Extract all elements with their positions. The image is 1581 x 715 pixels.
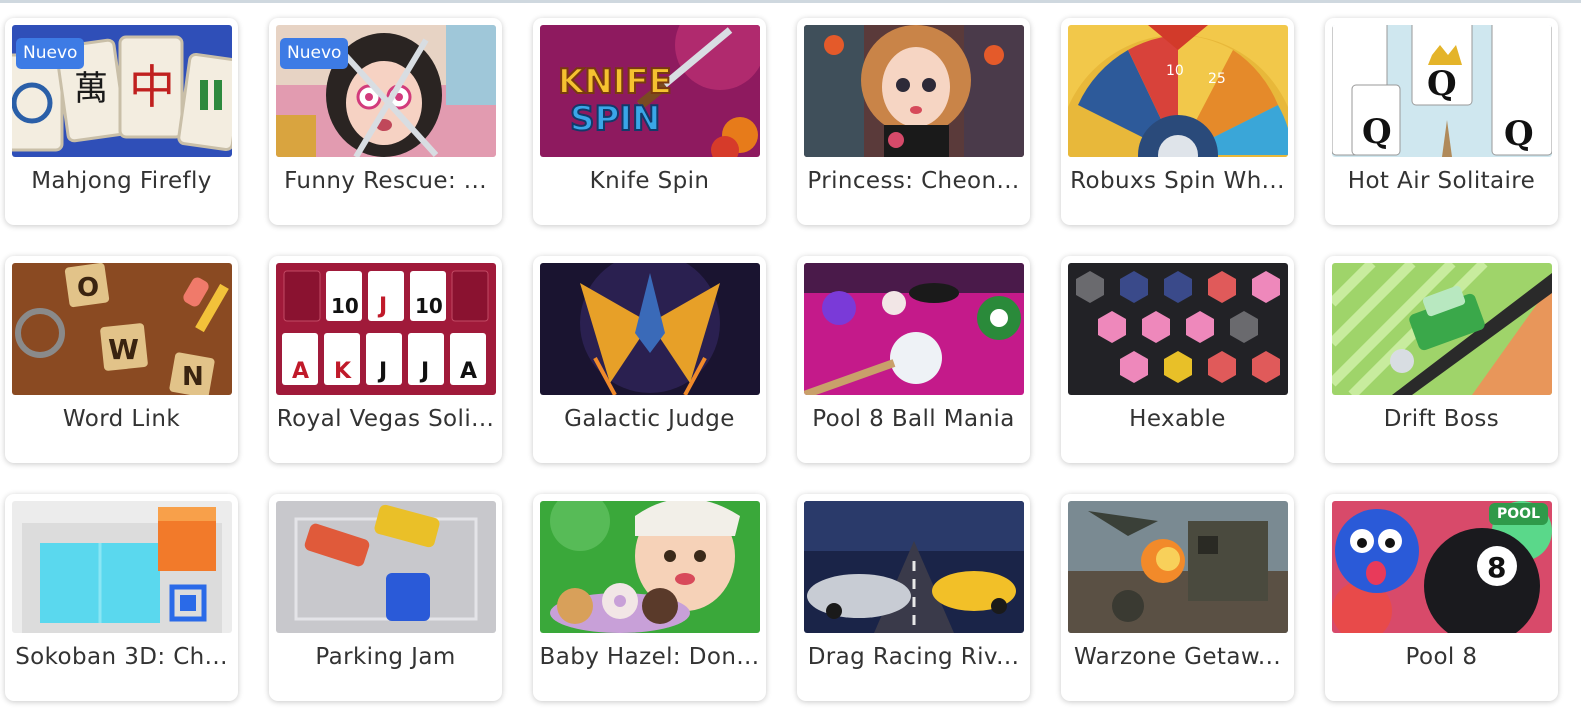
- game-thumbnail[interactable]: [1068, 263, 1288, 395]
- game-title[interactable]: Baby Hazel: Don...: [537, 644, 762, 670]
- game-card-sokoban-3d[interactable]: Sokoban 3D: Ch...: [5, 494, 238, 701]
- game-card-robuxs-spin-wheel[interactable]: 10 25 Robuxs Spin Wh...: [1061, 18, 1294, 225]
- game-card-hot-air-solitaire[interactable]: Q Q Q Hot Air Solitaire: [1325, 18, 1558, 225]
- game-thumbnail[interactable]: Q Q Q: [1332, 25, 1552, 157]
- game-title[interactable]: Word Link: [9, 406, 234, 432]
- game-title[interactable]: Hot Air Solitaire: [1329, 168, 1554, 194]
- game-thumbnail[interactable]: [804, 501, 1024, 633]
- game-title[interactable]: Princess: Cheon...: [801, 168, 1026, 194]
- game-card-galactic-judge[interactable]: Galactic Judge: [533, 256, 766, 463]
- game-card-baby-hazel-donut[interactable]: Baby Hazel: Don...: [533, 494, 766, 701]
- game-thumbnail[interactable]: [276, 501, 496, 633]
- game-thumbnail[interactable]: 8 POOL: [1332, 501, 1552, 633]
- game-thumbnail[interactable]: [804, 25, 1024, 157]
- game-title[interactable]: Mahjong Firefly: [9, 168, 234, 194]
- svg-text:Q: Q: [1504, 114, 1534, 154]
- svg-text:8: 8: [1487, 551, 1506, 584]
- game-thumbnail[interactable]: [12, 501, 232, 633]
- game-title[interactable]: Galactic Judge: [537, 406, 762, 432]
- game-title[interactable]: Sokoban 3D: Ch...: [9, 644, 234, 670]
- svg-text:SPIN: SPIN: [570, 99, 661, 139]
- svg-text:A: A: [292, 359, 309, 384]
- new-badge: Nuevo: [280, 38, 349, 69]
- pool-badge: POOL: [1489, 503, 1548, 525]
- svg-text:K: K: [334, 359, 352, 384]
- game-title[interactable]: Hexable: [1065, 406, 1290, 432]
- svg-text:O: O: [77, 273, 99, 303]
- game-title[interactable]: Pool 8: [1329, 644, 1554, 670]
- game-thumbnail[interactable]: O W N: [12, 263, 232, 395]
- game-card-mahjong-firefly[interactable]: 萬 中 Nuevo Mahjong Firefly: [5, 18, 238, 225]
- game-title[interactable]: Drag Racing Riv...: [801, 644, 1026, 670]
- game-card-funny-rescue[interactable]: Nuevo Funny Rescue: ...: [269, 18, 502, 225]
- knife-spin-logo-text: KNIFE: [558, 62, 672, 102]
- games-grid: 萬 中 Nuevo Mahjong Firefly Nuevo Funny Re…: [5, 18, 1558, 701]
- game-title[interactable]: Knife Spin: [537, 168, 762, 194]
- game-thumbnail[interactable]: 10 25: [1068, 25, 1288, 157]
- svg-text:Q: Q: [1427, 64, 1457, 104]
- game-card-warzone-getaway[interactable]: Warzone Getaw...: [1061, 494, 1294, 701]
- game-title[interactable]: Parking Jam: [273, 644, 498, 670]
- svg-text:J: J: [377, 359, 387, 384]
- game-thumbnail[interactable]: KNIFE SPIN: [540, 25, 760, 157]
- game-card-pool-8[interactable]: 8 POOL Pool 8: [1325, 494, 1558, 701]
- game-title[interactable]: Drift Boss: [1329, 406, 1554, 432]
- svg-text:A: A: [460, 359, 477, 384]
- game-thumbnail[interactable]: 10 J 10 A K J J A: [276, 263, 496, 395]
- svg-text:10: 10: [415, 294, 443, 318]
- game-thumbnail[interactable]: [1068, 501, 1288, 633]
- svg-text:J: J: [419, 359, 429, 384]
- game-title[interactable]: Warzone Getaw...: [1065, 644, 1290, 670]
- game-card-drag-racing-rivals[interactable]: Drag Racing Riv...: [797, 494, 1030, 701]
- svg-text:J: J: [377, 294, 387, 319]
- game-card-royal-vegas-solitaire[interactable]: 10 J 10 A K J J A Royal Vegas Soli...: [269, 256, 502, 463]
- svg-text:Q: Q: [1362, 112, 1392, 152]
- game-thumbnail[interactable]: [1332, 263, 1552, 395]
- svg-text:25: 25: [1208, 71, 1226, 87]
- svg-text:N: N: [182, 362, 204, 392]
- new-badge: Nuevo: [16, 38, 85, 69]
- game-card-pool-8-ball-mania[interactable]: Pool 8 Ball Mania: [797, 256, 1030, 463]
- game-thumbnail[interactable]: [540, 501, 760, 633]
- game-thumbnail[interactable]: [540, 263, 760, 395]
- game-card-parking-jam[interactable]: Parking Jam: [269, 494, 502, 701]
- svg-text:10: 10: [1166, 63, 1184, 79]
- game-card-princess-cheon[interactable]: Princess: Cheon...: [797, 18, 1030, 225]
- top-divider: [0, 0, 1581, 3]
- game-title[interactable]: Royal Vegas Soli...: [273, 406, 498, 432]
- game-thumbnail[interactable]: [804, 263, 1024, 395]
- svg-text:萬: 萬: [74, 69, 108, 109]
- game-thumbnail[interactable]: 萬 中 Nuevo: [12, 25, 232, 157]
- svg-text:10: 10: [331, 294, 359, 318]
- svg-text:W: W: [108, 333, 139, 366]
- game-card-hexable[interactable]: Hexable: [1061, 256, 1294, 463]
- game-title[interactable]: Robuxs Spin Wh...: [1065, 168, 1290, 194]
- game-card-drift-boss[interactable]: Drift Boss: [1325, 256, 1558, 463]
- svg-text:中: 中: [129, 60, 175, 114]
- game-title[interactable]: Funny Rescue: ...: [273, 168, 498, 194]
- game-thumbnail[interactable]: Nuevo: [276, 25, 496, 157]
- game-card-knife-spin[interactable]: KNIFE SPIN Knife Spin: [533, 18, 766, 225]
- game-card-word-link[interactable]: O W N Word Link: [5, 256, 238, 463]
- game-title[interactable]: Pool 8 Ball Mania: [801, 406, 1026, 432]
